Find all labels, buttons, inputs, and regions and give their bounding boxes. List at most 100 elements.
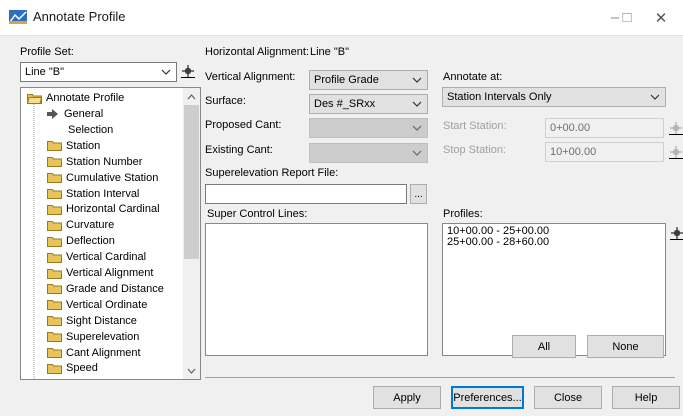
close-window-button[interactable]: ✕ bbox=[639, 0, 683, 35]
tree-item-label: Station Interval bbox=[66, 187, 140, 200]
stop-station-label: Stop Station: bbox=[443, 144, 506, 156]
vertical-alignment-dropdown[interactable]: Profile Grade bbox=[309, 70, 428, 90]
chevron-down-icon bbox=[412, 101, 422, 107]
pick-stop-station-icon[interactable] bbox=[669, 145, 683, 159]
folder-icon bbox=[47, 252, 62, 263]
pick-profile-icon[interactable] bbox=[670, 226, 683, 240]
scroll-down-arrow[interactable] bbox=[183, 362, 200, 379]
chevron-up-icon bbox=[187, 93, 196, 99]
profile-list-item[interactable]: 25+00.00 - 28+60.00 bbox=[447, 237, 665, 248]
tree-item[interactable]: Selection bbox=[68, 122, 113, 138]
start-station-value: 0+00.00 bbox=[550, 122, 591, 134]
open-folder-icon bbox=[27, 93, 42, 104]
tree-item-label: Superelevation bbox=[66, 330, 140, 343]
chevron-down-icon bbox=[187, 368, 196, 374]
select-none-profiles-button[interactable]: None bbox=[587, 335, 664, 358]
help-button[interactable]: Help bbox=[612, 386, 680, 409]
folder-icon bbox=[47, 363, 62, 374]
profile-set-dropdown[interactable]: Line "B" bbox=[20, 62, 177, 82]
annotate-at-label: Annotate at: bbox=[443, 71, 503, 83]
tree-item-label: Vertical Alignment bbox=[66, 267, 154, 279]
apply-button[interactable]: Apply bbox=[373, 386, 441, 409]
chevron-down-icon bbox=[161, 69, 171, 75]
tree-item[interactable]: Vertical Alignment bbox=[47, 265, 153, 281]
tree-item-label: Horizontal Cardinal bbox=[66, 203, 160, 216]
start-station-input[interactable]: 0+00.00 bbox=[545, 118, 664, 138]
proposed-cant-dropdown[interactable] bbox=[309, 118, 428, 138]
folder-icon bbox=[47, 173, 62, 184]
tree-item[interactable]: Vertical Cardinal bbox=[47, 249, 146, 265]
tree-root[interactable]: Annotate Profile bbox=[27, 90, 124, 106]
tree-item[interactable]: Superelevation bbox=[47, 329, 139, 345]
tree-item-label: Cant Alignment bbox=[66, 346, 141, 359]
tree-item-label: Selection bbox=[68, 123, 114, 136]
tree-item[interactable]: General bbox=[47, 106, 103, 122]
horizontal-alignment-value: Line "B" bbox=[310, 46, 349, 58]
tree-item-label: Cumulative Station bbox=[66, 171, 159, 184]
help-label: Help bbox=[634, 391, 658, 404]
profile-set-label: Profile Set: bbox=[20, 46, 74, 58]
tree-item[interactable]: Deflection bbox=[47, 233, 115, 249]
pick-start-station-icon[interactable] bbox=[669, 121, 683, 135]
profiles-label: Profiles: bbox=[443, 208, 483, 220]
tree-item[interactable]: Station Interval bbox=[47, 186, 139, 202]
browse-report-button[interactable]: ... bbox=[410, 184, 427, 204]
surface-label: Surface: bbox=[205, 95, 246, 107]
title-bar: Annotate Profile – □ ✕ bbox=[0, 0, 683, 35]
tree-item-label: Vertical Ordinate bbox=[66, 298, 148, 311]
annotate-profile-app-icon bbox=[9, 10, 27, 24]
preferences-label: Preferences... bbox=[453, 391, 522, 404]
tree-item[interactable]: Cant Alignment bbox=[47, 345, 141, 361]
tree-item[interactable]: Curvature bbox=[47, 217, 114, 233]
tree-item[interactable]: Station Number bbox=[47, 154, 142, 170]
existing-cant-dropdown[interactable] bbox=[309, 143, 428, 163]
start-station-label: Start Station: bbox=[443, 120, 507, 132]
tree-item[interactable]: Vertical Ordinate bbox=[47, 297, 147, 313]
folder-icon bbox=[47, 204, 62, 215]
folder-icon bbox=[47, 348, 62, 358]
tree-item-label: Vertical Cardinal bbox=[66, 251, 147, 264]
tree-item[interactable]: Cumulative Station bbox=[47, 170, 158, 186]
tree-item[interactable]: Grade and Distance bbox=[47, 281, 164, 297]
folder-icon bbox=[47, 157, 62, 168]
tree-item[interactable]: Station bbox=[47, 138, 100, 154]
vertical-alignment-label: Vertical Alignment: bbox=[205, 71, 296, 83]
tree-item-label: Speed bbox=[66, 362, 98, 375]
stop-station-value: 10+00.00 bbox=[550, 146, 597, 158]
close-label: Close bbox=[553, 391, 583, 404]
tree-scrollbar[interactable] bbox=[183, 88, 200, 379]
tree-root-label: Annotate Profile bbox=[46, 92, 125, 104]
annotation-tree[interactable]: Annotate Profile General Selection Station… bbox=[20, 87, 201, 380]
tree-item[interactable]: Horizontal Cardinal bbox=[47, 201, 160, 217]
surface-dropdown[interactable]: Des #_SRxx bbox=[309, 94, 428, 114]
pick-profile-set-icon[interactable] bbox=[181, 64, 195, 78]
tree-item[interactable]: Speed bbox=[47, 360, 98, 376]
scroll-up-arrow[interactable] bbox=[183, 88, 200, 105]
folder-icon bbox=[47, 300, 62, 311]
close-button[interactable]: Close bbox=[534, 386, 602, 409]
preferences-button[interactable]: Preferences... bbox=[451, 386, 524, 409]
surface-value: Des #_SRxx bbox=[314, 98, 376, 110]
folder-icon bbox=[47, 189, 62, 199]
tree-item-label: Grade and Distance bbox=[66, 282, 164, 295]
folder-icon bbox=[47, 220, 62, 231]
folder-icon bbox=[47, 316, 62, 327]
select-all-profiles-button[interactable]: All bbox=[512, 335, 576, 358]
tree-item[interactable]: Sight Distance bbox=[47, 313, 137, 329]
folder-icon bbox=[47, 268, 62, 279]
tree-item-label: General bbox=[64, 108, 104, 120]
maximize-icon: □ bbox=[622, 9, 632, 26]
tree-item-label: Curvature bbox=[66, 219, 115, 232]
annotate-at-dropdown[interactable]: Station Intervals Only bbox=[442, 87, 666, 107]
window-title: Annotate Profile bbox=[33, 9, 126, 24]
tree-item-label: Sight Distance bbox=[66, 314, 137, 327]
folder-icon bbox=[47, 284, 62, 295]
scroll-thumb[interactable] bbox=[184, 105, 199, 259]
folder-icon bbox=[47, 141, 62, 152]
chevron-down-icon bbox=[412, 150, 422, 156]
close-icon: ✕ bbox=[654, 9, 668, 27]
superelevation-report-input[interactable] bbox=[205, 184, 407, 204]
superelevation-report-label: Superelevation Report File: bbox=[205, 167, 339, 179]
super-control-lines-list[interactable] bbox=[205, 223, 428, 356]
stop-station-input[interactable]: 10+00.00 bbox=[545, 142, 664, 162]
